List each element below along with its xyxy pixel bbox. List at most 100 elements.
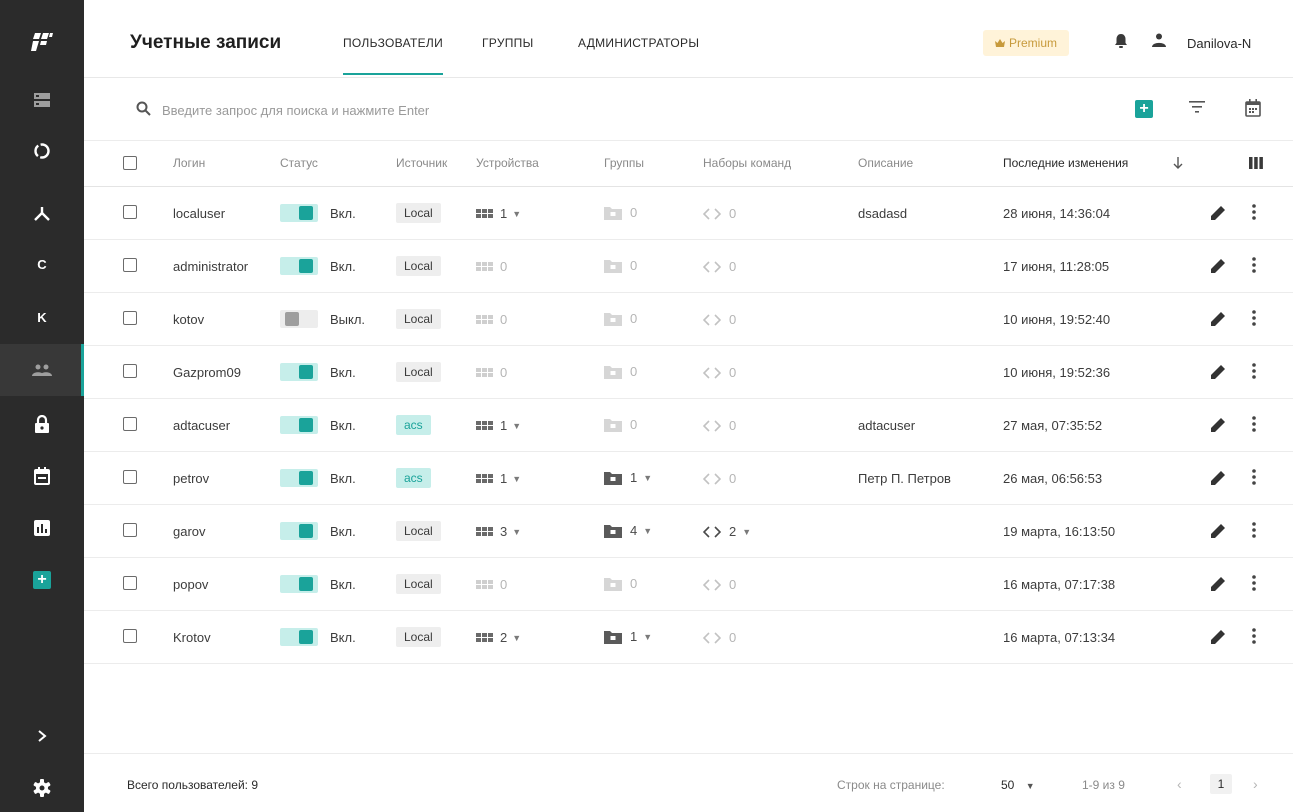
groups-cell[interactable]: 1 ▼	[604, 629, 652, 644]
sidebar-item-connections[interactable]	[0, 187, 84, 239]
filter-icon[interactable]	[1189, 101, 1205, 113]
sidebar-item-add[interactable]: +	[0, 554, 84, 606]
caret-down-icon[interactable]: ▼	[512, 474, 521, 484]
caret-down-icon[interactable]: ▼	[512, 209, 521, 219]
devices-cell[interactable]: 2 ▼	[476, 630, 521, 645]
select-all-checkbox[interactable]	[123, 156, 137, 170]
username[interactable]: Danilova-N	[1187, 36, 1251, 51]
status-toggle[interactable]	[280, 628, 318, 646]
more-vertical-icon[interactable]	[1252, 628, 1256, 644]
sidebar-item-k[interactable]: K	[0, 291, 84, 343]
column-login[interactable]: Логин	[173, 156, 205, 170]
column-commands[interactable]: Наборы команд	[703, 156, 791, 170]
edit-icon[interactable]	[1210, 311, 1226, 327]
groups-cell[interactable]: 4 ▼	[604, 523, 652, 538]
sidebar-item-accounts[interactable]	[0, 344, 84, 396]
table-row[interactable]: localuser Вкл. Local 1 ▼ 0 0 dsadasd 28 июня, 14…	[84, 187, 1293, 240]
search-input[interactable]	[162, 99, 862, 121]
more-vertical-icon[interactable]	[1252, 257, 1256, 273]
edit-icon[interactable]	[1210, 258, 1226, 274]
row-checkbox[interactable]	[123, 364, 137, 378]
status-toggle[interactable]	[280, 257, 318, 275]
edit-icon[interactable]	[1210, 364, 1226, 380]
status-toggle[interactable]	[280, 204, 318, 222]
sidebar-item-c[interactable]: C	[0, 238, 84, 290]
groups-cell[interactable]: 1 ▼	[604, 470, 652, 485]
sidebar-item-schedule[interactable]	[0, 450, 84, 502]
column-description[interactable]: Описание	[858, 156, 913, 170]
current-page[interactable]: 1	[1210, 774, 1232, 794]
sidebar-item-sessions[interactable]	[0, 125, 84, 177]
next-page-button[interactable]: ›	[1253, 776, 1258, 792]
row-checkbox[interactable]	[123, 258, 137, 272]
sort-down-icon[interactable]	[1173, 157, 1183, 169]
column-status[interactable]: Статус	[280, 156, 318, 170]
table-row[interactable]: garov Вкл. Local 3 ▼ 4 ▼ 2 ▼ 19 марта, 16:13:50	[84, 505, 1293, 558]
caret-down-icon[interactable]: ▼	[643, 473, 652, 483]
add-user-button[interactable]: +	[1135, 100, 1153, 118]
status-toggle[interactable]	[280, 363, 318, 381]
prev-page-button[interactable]: ‹	[1177, 776, 1182, 792]
caret-down-icon[interactable]: ▼	[512, 421, 521, 431]
status-toggle[interactable]	[280, 575, 318, 593]
table-row[interactable]: popov Вкл. Local 0 0 0 16 марта, 07:17:38	[84, 558, 1293, 611]
status-toggle[interactable]	[280, 416, 318, 434]
row-checkbox[interactable]	[123, 523, 137, 537]
tab-groups[interactable]: ГРУППЫ	[482, 36, 534, 50]
status-toggle[interactable]	[280, 310, 318, 328]
sidebar-item-servers[interactable]	[0, 74, 84, 126]
edit-icon[interactable]	[1210, 470, 1226, 486]
rows-per-page-select[interactable]: 50 ▼	[1001, 778, 1035, 792]
more-vertical-icon[interactable]	[1252, 575, 1256, 591]
column-last-changed[interactable]: Последние изменения	[1003, 156, 1128, 170]
more-vertical-icon[interactable]	[1252, 363, 1256, 379]
user-icon[interactable]	[1152, 33, 1166, 47]
column-devices[interactable]: Устройства	[476, 156, 539, 170]
column-source[interactable]: Источник	[396, 156, 447, 170]
sidebar-item-reports[interactable]	[0, 502, 84, 554]
caret-down-icon[interactable]: ▼	[643, 526, 652, 536]
table-row[interactable]: Gazprom09 Вкл. Local 0 0 0 10 июня, 19:52:36	[84, 346, 1293, 399]
caret-down-icon[interactable]: ▼	[742, 527, 751, 537]
edit-icon[interactable]	[1210, 629, 1226, 645]
more-vertical-icon[interactable]	[1252, 522, 1256, 538]
table-row[interactable]: administrator Вкл. Local 0 0 0 17 июня, 11:28:…	[84, 240, 1293, 293]
more-vertical-icon[interactable]	[1252, 310, 1256, 326]
caret-down-icon[interactable]: ▼	[512, 527, 521, 537]
table-row[interactable]: kotov Выкл. Local 0 0 0 10 июня, 19:52:40	[84, 293, 1293, 346]
table-row[interactable]: Krotov Вкл. Local 2 ▼ 1 ▼ 0 16 марта, 07:13:34	[84, 611, 1293, 664]
devices-cell[interactable]: 1 ▼	[476, 418, 521, 433]
edit-icon[interactable]	[1210, 523, 1226, 539]
caret-down-icon[interactable]: ▼	[512, 633, 521, 643]
devices-cell[interactable]: 3 ▼	[476, 524, 521, 539]
edit-icon[interactable]	[1210, 205, 1226, 221]
edit-icon[interactable]	[1210, 417, 1226, 433]
table-row[interactable]: petrov Вкл. acs 1 ▼ 1 ▼ 0 Петр П. Петров 26 мая, …	[84, 452, 1293, 505]
calendar-filter-icon[interactable]	[1245, 99, 1261, 117]
devices-cell[interactable]: 1 ▼	[476, 206, 521, 221]
row-checkbox[interactable]	[123, 576, 137, 590]
status-toggle[interactable]	[280, 522, 318, 540]
devices-cell[interactable]: 1 ▼	[476, 471, 521, 486]
tab-users[interactable]: ПОЛЬЗОВАТЕЛИ	[343, 36, 443, 75]
table-row[interactable]: adtacuser Вкл. acs 1 ▼ 0 0 adtacuser 27 мая, 07:…	[84, 399, 1293, 452]
status-toggle[interactable]	[280, 469, 318, 487]
sidebar-item-settings[interactable]	[0, 762, 84, 812]
more-vertical-icon[interactable]	[1252, 416, 1256, 432]
row-checkbox[interactable]	[123, 417, 137, 431]
commands-cell[interactable]: 2 ▼	[703, 524, 751, 539]
sidebar-item-security[interactable]	[0, 398, 84, 450]
sidebar-expand-button[interactable]	[0, 710, 84, 762]
row-checkbox[interactable]	[123, 629, 137, 643]
bell-icon[interactable]	[1113, 33, 1129, 49]
tab-administrators[interactable]: АДМИНИСТРАТОРЫ	[578, 36, 699, 50]
column-groups[interactable]: Группы	[604, 156, 644, 170]
edit-icon[interactable]	[1210, 576, 1226, 592]
row-checkbox[interactable]	[123, 311, 137, 325]
more-vertical-icon[interactable]	[1252, 469, 1256, 485]
app-logo[interactable]	[0, 16, 84, 68]
columns-icon[interactable]	[1249, 157, 1263, 169]
caret-down-icon[interactable]: ▼	[643, 632, 652, 642]
more-vertical-icon[interactable]	[1252, 204, 1256, 220]
row-checkbox[interactable]	[123, 205, 137, 219]
